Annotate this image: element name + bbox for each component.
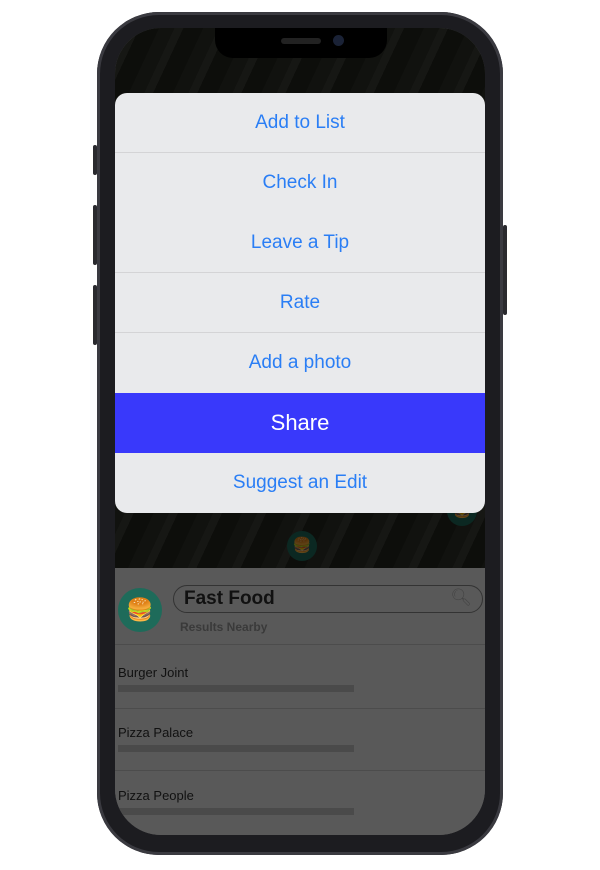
notch	[215, 28, 387, 58]
speaker	[281, 38, 321, 44]
item-placeholder-bar	[118, 808, 354, 815]
leave-a-tip-button[interactable]: Leave a Tip	[115, 213, 485, 273]
rate-button[interactable]: Rate	[115, 273, 485, 333]
divider	[115, 644, 485, 645]
results-panel: 🍔 Fast Food 🔍︎ Results Nearby Burger Joi…	[115, 568, 485, 835]
item-name: Burger Joint	[118, 665, 189, 680]
volume-down-button	[93, 285, 97, 345]
suggest-an-edit-button[interactable]: Suggest an Edit	[115, 453, 485, 513]
list-item[interactable]: Pizza People	[118, 788, 478, 835]
search-value: Fast Food	[184, 588, 275, 609]
list-item[interactable]: Burger Joint	[118, 665, 478, 727]
screen: 🍔 🍔 🍔 Fast Food 🔍︎ Results Nearby Burger…	[115, 28, 485, 835]
divider	[115, 770, 485, 771]
results-subtitle: Results Nearby	[180, 620, 268, 634]
power-button	[503, 225, 507, 315]
item-placeholder-bar	[118, 745, 354, 752]
search-input[interactable]: Fast Food 🔍︎	[173, 585, 483, 613]
magnifier-icon[interactable]: 🔍︎	[450, 588, 472, 608]
volume-up-button	[93, 205, 97, 265]
add-to-list-button[interactable]: Add to List	[115, 93, 485, 153]
check-in-button[interactable]: Check In	[115, 153, 485, 213]
camera	[333, 35, 344, 46]
divider	[115, 708, 485, 709]
item-name: Pizza Palace	[118, 725, 194, 740]
item-name: Pizza People	[118, 788, 194, 803]
item-placeholder-bar	[118, 685, 354, 692]
list-item[interactable]: Pizza Palace	[118, 725, 478, 787]
add-a-photo-button[interactable]: Add a photo	[115, 333, 485, 393]
share-button[interactable]: Share	[115, 393, 485, 453]
burger-icon: 🍔	[118, 588, 162, 632]
action-sheet: Add to List Check In Leave a Tip Rate Ad…	[115, 93, 485, 513]
mute-switch	[93, 145, 97, 175]
